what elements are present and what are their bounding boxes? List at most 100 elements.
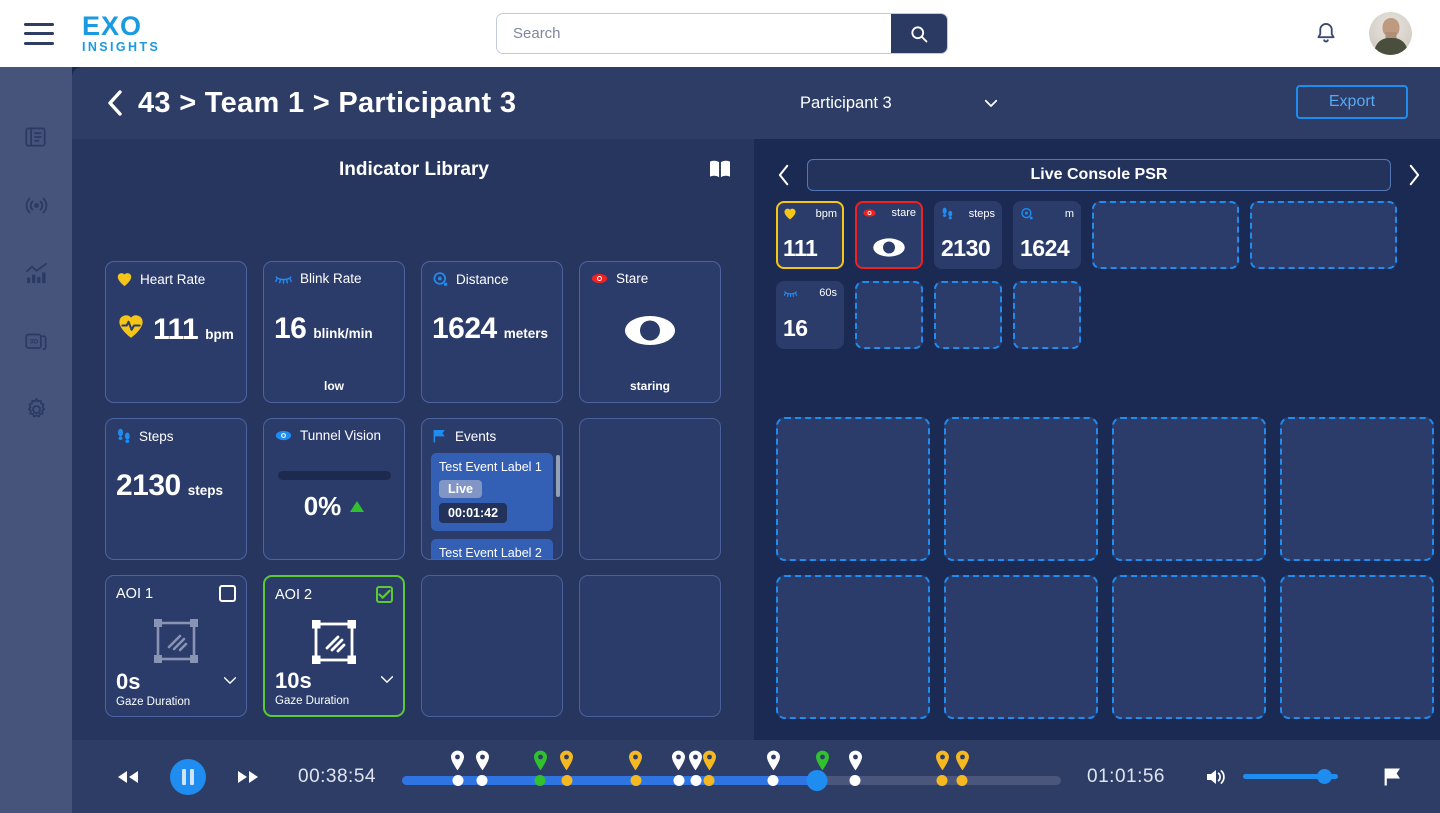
aoi-footer: 10s Gaze Duration: [275, 668, 395, 707]
console-tile-empty: [934, 281, 1002, 349]
rail-item-analytics[interactable]: [14, 253, 58, 293]
fast-forward-icon: [238, 770, 258, 783]
list-item[interactable]: Test Event Label 2: [431, 539, 553, 559]
indicator-card-heart-rate[interactable]: Heart Rate 111 bpm: [105, 261, 247, 403]
indicator-card-events[interactable]: Events Test Event Label 1 Live 00:01:42 …: [421, 418, 563, 560]
footsteps-icon: [942, 207, 953, 220]
indicator-card-stare[interactable]: Stare staring: [579, 261, 721, 403]
eyelash-icon: [783, 291, 798, 298]
chevron-down-icon: [223, 677, 237, 684]
aoi-duration: 0s: [116, 669, 141, 694]
rail-item-three-d[interactable]: 3D: [14, 321, 58, 361]
rail-item-settings[interactable]: [14, 389, 58, 429]
timeline-marker[interactable]: [702, 750, 716, 786]
card-value-row: 16 blink/min: [274, 312, 396, 346]
rail-item-reports[interactable]: [14, 117, 58, 157]
logo-sub-text: INSIGHTS: [82, 40, 161, 55]
chevron-left-icon: [108, 90, 122, 116]
events-scrollbar[interactable]: [556, 455, 560, 497]
timeline-marker[interactable]: [451, 750, 465, 786]
search-button[interactable]: [891, 14, 947, 53]
logo-main-text: EXO: [82, 11, 143, 42]
console-tile-steps[interactable]: steps 2130: [934, 201, 1002, 269]
app-shell: 43 > Team 1 > Participant 3 Participant …: [72, 67, 1440, 813]
aoi-dropdown-button[interactable]: [222, 673, 238, 691]
console-prev-button[interactable]: [776, 163, 793, 187]
indicator-card-distance[interactable]: Distance 1624 meters: [421, 261, 563, 403]
indicator-card-aoi-2[interactable]: AOI 2 10s Gaze Duration: [263, 575, 405, 717]
card-unit: bpm: [205, 327, 234, 342]
console-tile-distance[interactable]: m 1624: [1013, 201, 1081, 269]
volume-button[interactable]: [1205, 767, 1229, 787]
timeline-marker[interactable]: [766, 750, 780, 786]
timeline-marker-dot: [452, 775, 464, 786]
timeline-marker[interactable]: [560, 750, 574, 786]
fast-forward-button[interactable]: [234, 768, 262, 786]
indicator-card-blink-rate[interactable]: Blink Rate 16 blink/min low: [263, 261, 405, 403]
timeline-marker[interactable]: [689, 750, 703, 786]
card-header: Events: [432, 428, 552, 444]
tile-header: 60s: [783, 287, 837, 299]
card-header: Steps: [116, 428, 236, 445]
console-next-button[interactable]: [1405, 163, 1422, 187]
rewind-button[interactable]: [114, 768, 142, 786]
rail-item-live[interactable]: [14, 185, 58, 225]
timeline-marker[interactable]: [955, 750, 969, 786]
tile-unit: m: [1064, 208, 1074, 220]
timeline-marker[interactable]: [672, 750, 686, 786]
search-input[interactable]: [497, 14, 891, 53]
pause-icon-bar-left: [182, 768, 186, 785]
flag-button[interactable]: [1382, 766, 1404, 788]
timeline-marker[interactable]: [935, 750, 949, 786]
console-block-empty: [944, 575, 1098, 719]
chart-icon: [25, 262, 47, 283]
aoi-checkbox[interactable]: [219, 585, 236, 602]
timeline-track-wrap[interactable]: [401, 740, 1062, 813]
aoi-dropdown-button[interactable]: [379, 672, 395, 690]
3d-icon: 3D: [25, 333, 47, 350]
card-header: Tunnel Vision: [274, 428, 394, 443]
indicator-card-tunnel-vision[interactable]: Tunnel Vision 0%: [263, 418, 405, 560]
timeline-playhead[interactable]: [806, 770, 828, 791]
export-button[interactable]: Export: [1296, 85, 1408, 119]
volume-slider-knob[interactable]: [1316, 769, 1332, 784]
console-block-empty: [1112, 575, 1266, 719]
console-tile-blink[interactable]: 60s 16: [776, 281, 844, 349]
timeline-marker-dot: [956, 775, 968, 786]
timeline-marker-dot: [936, 775, 948, 786]
console-tile-stare[interactable]: stare: [855, 201, 923, 269]
card-header: Blink Rate: [274, 271, 394, 286]
event-time: 00:01:42: [439, 503, 508, 523]
timeline-marker[interactable]: [533, 750, 547, 786]
tile-unit: 60s: [819, 287, 837, 299]
console-block-empty: [944, 417, 1098, 561]
notifications-button[interactable]: [1313, 20, 1339, 52]
hamburger-icon[interactable]: [24, 22, 54, 45]
card-value: 111: [153, 313, 199, 346]
indicator-card-steps[interactable]: Steps 2130 steps: [105, 418, 247, 560]
events-list[interactable]: Test Event Label 1 Live 00:01:42 Test Ev…: [431, 453, 553, 559]
volume-slider[interactable]: [1243, 769, 1338, 784]
list-item[interactable]: Test Event Label 1 Live 00:01:42: [431, 453, 553, 531]
console-block-empty: [1280, 575, 1434, 719]
tile-header: bpm: [783, 207, 837, 220]
pause-button[interactable]: [170, 758, 206, 795]
aoi-checkbox[interactable]: [376, 586, 393, 603]
timeline-marker[interactable]: [848, 750, 862, 786]
library-book-button[interactable]: [708, 159, 732, 184]
console-tile-empty: [1092, 201, 1239, 269]
map-pin-icon: [628, 750, 643, 771]
tile-unit: bpm: [815, 207, 837, 220]
participant-dropdown[interactable]: Participant 3: [800, 88, 1000, 118]
avatar[interactable]: [1369, 12, 1412, 55]
tile-unit: stare: [891, 207, 916, 219]
timeline-marker[interactable]: [475, 750, 489, 786]
tile-unit: steps: [968, 208, 995, 220]
eye-open-icon: [873, 238, 905, 257]
card-value: 1624: [432, 312, 497, 345]
back-button[interactable]: [104, 88, 126, 118]
console-tile-bpm[interactable]: bpm 111: [776, 201, 844, 269]
indicator-card-aoi-1[interactable]: AOI 1 0s Gaze Duration: [105, 575, 247, 717]
console-title[interactable]: Live Console PSR: [807, 159, 1391, 191]
timeline-marker[interactable]: [629, 750, 643, 786]
